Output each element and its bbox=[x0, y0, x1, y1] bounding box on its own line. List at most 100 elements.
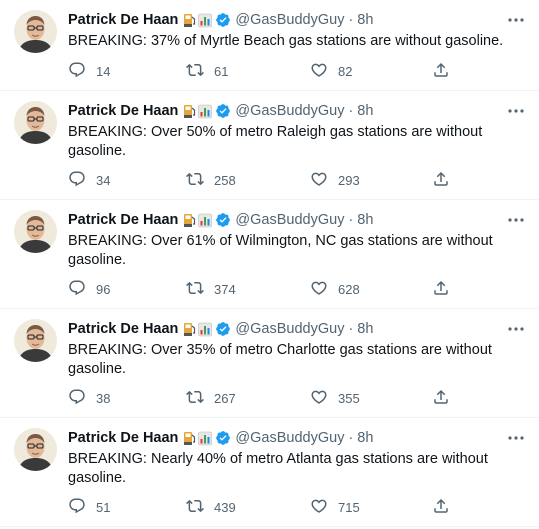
bar-chart-icon bbox=[198, 431, 213, 446]
verified-badge-icon bbox=[215, 212, 231, 228]
retweet-button[interactable]: 267 bbox=[186, 388, 236, 408]
more-icon[interactable] bbox=[507, 12, 525, 28]
avatar[interactable] bbox=[14, 10, 57, 53]
tweet[interactable]: Patrick De Haan @GasBuddyGuy · 8h BREAKI… bbox=[0, 309, 539, 418]
author-name[interactable]: Patrick De Haan bbox=[68, 319, 178, 339]
retweet-icon bbox=[186, 279, 204, 300]
bar-chart-icon bbox=[198, 104, 213, 119]
like-button[interactable]: 628 bbox=[310, 279, 360, 299]
reply-icon bbox=[68, 61, 86, 82]
like-button[interactable]: 355 bbox=[310, 388, 360, 408]
reply-button[interactable]: 14 bbox=[68, 61, 110, 81]
share-icon bbox=[432, 388, 450, 409]
share-icon bbox=[432, 497, 450, 518]
reply-icon bbox=[68, 497, 86, 518]
author-handle[interactable]: @GasBuddyGuy bbox=[235, 319, 344, 339]
share-button[interactable] bbox=[432, 61, 450, 81]
like-button[interactable]: 715 bbox=[310, 497, 360, 517]
tweet[interactable]: Patrick De Haan @GasBuddyGuy · 8h BREAKI… bbox=[0, 200, 539, 309]
more-icon[interactable] bbox=[507, 212, 525, 228]
retweet-button[interactable]: 374 bbox=[186, 279, 236, 299]
bar-chart-icon bbox=[198, 13, 213, 28]
author-handle[interactable]: @GasBuddyGuy bbox=[235, 210, 344, 230]
reply-count: 34 bbox=[96, 172, 111, 188]
timestamp[interactable]: 8h bbox=[357, 10, 373, 30]
reply-icon bbox=[68, 388, 86, 409]
share-icon bbox=[432, 61, 450, 82]
tweet-feed: Patrick De Haan @GasBuddyGuy · 8h BREAKI… bbox=[0, 0, 539, 529]
avatar-image bbox=[14, 101, 57, 144]
avatar[interactable] bbox=[14, 428, 57, 471]
retweet-icon bbox=[186, 61, 204, 82]
avatar[interactable] bbox=[14, 319, 57, 362]
tweet[interactable]: Patrick De Haan @GasBuddyGuy · 8h BREAKI… bbox=[0, 418, 539, 527]
more-icon[interactable] bbox=[507, 430, 525, 446]
tweet-text: BREAKING: Over 35% of metro Charlotte ga… bbox=[68, 342, 492, 377]
verified-badge-icon bbox=[215, 12, 231, 28]
retweet-button[interactable]: 439 bbox=[186, 497, 236, 517]
retweet-icon bbox=[186, 170, 204, 191]
author-name[interactable]: Patrick De Haan bbox=[68, 428, 178, 448]
share-button[interactable] bbox=[432, 279, 450, 299]
tweet-actions: 51 439 715 bbox=[68, 497, 458, 517]
retweet-count: 61 bbox=[214, 63, 229, 79]
author-handle[interactable]: @GasBuddyGuy bbox=[235, 428, 344, 448]
like-button[interactable]: 82 bbox=[310, 61, 352, 81]
more-icon[interactable] bbox=[507, 103, 525, 119]
author-name[interactable]: Patrick De Haan bbox=[68, 101, 178, 121]
retweet-count: 258 bbox=[214, 172, 236, 188]
timestamp[interactable]: 8h bbox=[357, 428, 373, 448]
tweet-text: BREAKING: Over 50% of metro Raleigh gas … bbox=[68, 124, 483, 159]
fuel-pump-icon bbox=[183, 431, 196, 446]
retweet-count: 374 bbox=[214, 281, 236, 297]
tweet-actions: 96 374 628 bbox=[68, 279, 458, 299]
tweet-text: BREAKING: Nearly 40% of metro Atlanta ga… bbox=[68, 451, 488, 486]
like-count: 355 bbox=[338, 390, 360, 406]
retweet-icon bbox=[186, 388, 204, 409]
avatar-image bbox=[14, 319, 57, 362]
retweet-button[interactable]: 258 bbox=[186, 170, 236, 190]
avatar[interactable] bbox=[14, 210, 57, 253]
retweet-count: 439 bbox=[214, 499, 236, 515]
bar-chart-icon bbox=[198, 213, 213, 228]
retweet-icon bbox=[186, 497, 204, 518]
reply-count: 38 bbox=[96, 390, 111, 406]
reply-count: 51 bbox=[96, 499, 111, 515]
author-name[interactable]: Patrick De Haan bbox=[68, 10, 178, 30]
timestamp[interactable]: 8h bbox=[357, 101, 373, 121]
avatar[interactable] bbox=[14, 101, 57, 144]
reply-button[interactable]: 96 bbox=[68, 279, 110, 299]
timestamp[interactable]: 8h bbox=[357, 319, 373, 339]
like-icon bbox=[310, 61, 328, 82]
tweet[interactable]: Patrick De Haan @GasBuddyGuy · 8h BREAKI… bbox=[0, 91, 539, 200]
share-button[interactable] bbox=[432, 170, 450, 190]
separator: · bbox=[348, 430, 354, 446]
like-icon bbox=[310, 388, 328, 409]
separator: · bbox=[348, 212, 354, 228]
like-count: 715 bbox=[338, 499, 360, 515]
reply-button[interactable]: 51 bbox=[68, 497, 110, 517]
reply-icon bbox=[68, 279, 86, 300]
reply-button[interactable]: 34 bbox=[68, 170, 110, 190]
avatar-image bbox=[14, 428, 57, 471]
like-icon bbox=[310, 279, 328, 300]
reply-button[interactable]: 38 bbox=[68, 388, 110, 408]
tweet[interactable]: Patrick De Haan @GasBuddyGuy · 8h BREAKI… bbox=[0, 0, 539, 91]
author-handle[interactable]: @GasBuddyGuy bbox=[235, 10, 344, 30]
share-button[interactable] bbox=[432, 388, 450, 408]
avatar-image bbox=[14, 10, 57, 53]
reply-count: 96 bbox=[96, 281, 111, 297]
share-icon bbox=[432, 170, 450, 191]
retweet-button[interactable]: 61 bbox=[186, 61, 228, 81]
timestamp[interactable]: 8h bbox=[357, 210, 373, 230]
more-icon[interactable] bbox=[507, 321, 525, 337]
share-button[interactable] bbox=[432, 497, 450, 517]
reply-icon bbox=[68, 170, 86, 191]
fuel-pump-icon bbox=[183, 104, 196, 119]
author-handle[interactable]: @GasBuddyGuy bbox=[235, 101, 344, 121]
author-name[interactable]: Patrick De Haan bbox=[68, 210, 178, 230]
like-count: 628 bbox=[338, 281, 360, 297]
avatar-image bbox=[14, 210, 57, 253]
like-button[interactable]: 293 bbox=[310, 170, 360, 190]
like-count: 293 bbox=[338, 172, 360, 188]
